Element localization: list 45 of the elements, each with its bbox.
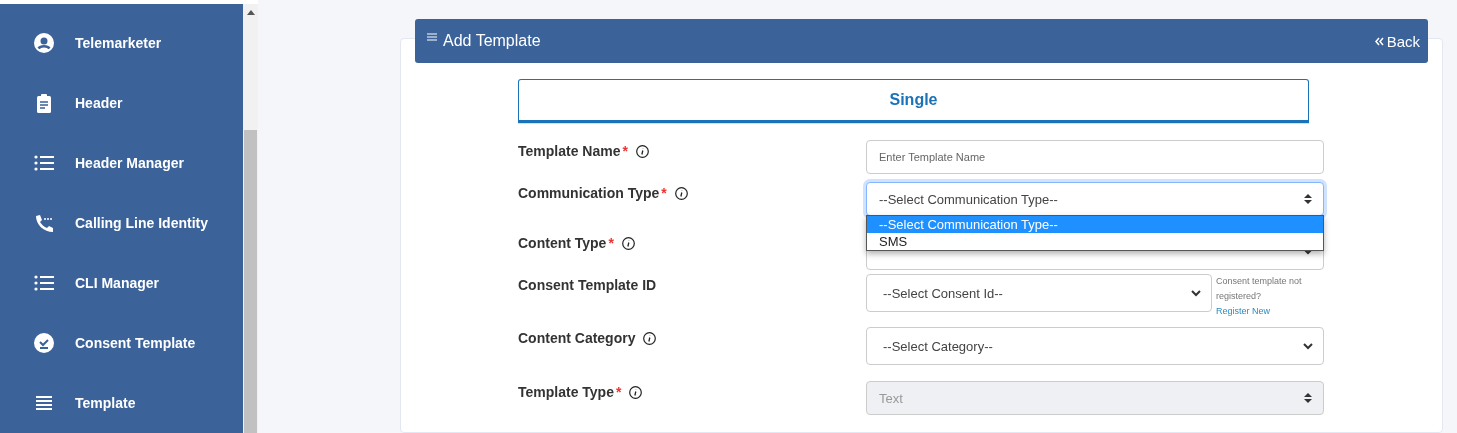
- input-field[interactable]: Enter Template Name: [866, 140, 1324, 174]
- menu-icon: [427, 33, 437, 42]
- chevron-down-icon: [1191, 287, 1201, 299]
- info-icon[interactable]: [674, 187, 688, 200]
- clipboard-icon: [34, 93, 54, 113]
- chevron-down-icon: [1303, 340, 1313, 352]
- register-link[interactable]: Register New: [1216, 306, 1271, 316]
- check-circle-icon: [34, 333, 54, 353]
- user-icon: [34, 33, 54, 53]
- sidebar-item[interactable]: Calling Line Identity: [0, 193, 243, 253]
- sidebar-item[interactable]: Consent Template: [0, 313, 243, 373]
- required-mark: *: [615, 384, 622, 400]
- required-mark: *: [661, 185, 667, 201]
- field-label: Communication Type: [518, 185, 660, 201]
- select-field[interactable]: --Select Category--: [866, 327, 1324, 365]
- sidebar-item[interactable]: Telemarketer: [0, 13, 243, 73]
- field-label: Template Type: [518, 384, 614, 400]
- field-label: Consent Template ID: [518, 277, 657, 293]
- required-mark: *: [622, 143, 628, 159]
- double-chevron-left-icon: [1374, 36, 1384, 46]
- sidebar-item[interactable]: Header: [0, 73, 243, 133]
- select-field[interactable]: --Select Communication Type--: [866, 182, 1324, 216]
- field-label: Template Name: [518, 143, 621, 159]
- sidebar-item[interactable]: Template: [0, 373, 243, 433]
- select-field[interactable]: --Select Consent Id--: [866, 274, 1212, 312]
- scrollbar[interactable]: [243, 4, 258, 433]
- info-icon[interactable]: [643, 332, 657, 345]
- dropdown-option[interactable]: --Select Communication Type--: [867, 216, 1323, 233]
- field-label: Content Type: [518, 235, 607, 251]
- info-icon[interactable]: [621, 237, 635, 250]
- lines-icon: [34, 393, 54, 413]
- list-icon: [34, 273, 54, 293]
- field-label: Content Category: [518, 330, 636, 346]
- hint-text: Consent template not registered?: [1216, 276, 1302, 301]
- phone-icon: [34, 213, 54, 233]
- sort-arrows-icon: [1303, 392, 1313, 404]
- tab[interactable]: Single: [518, 79, 1309, 123]
- sort-arrows-icon: [1303, 193, 1313, 205]
- info-icon[interactable]: [635, 145, 649, 158]
- required-mark: *: [608, 235, 614, 251]
- sidebar-item[interactable]: CLI Manager: [0, 253, 243, 313]
- back-link[interactable]: Back: [1374, 32, 1420, 50]
- panel-title: Add Template: [443, 32, 541, 50]
- sidebar-item[interactable]: Header Manager: [0, 133, 243, 193]
- list-icon: [34, 153, 54, 173]
